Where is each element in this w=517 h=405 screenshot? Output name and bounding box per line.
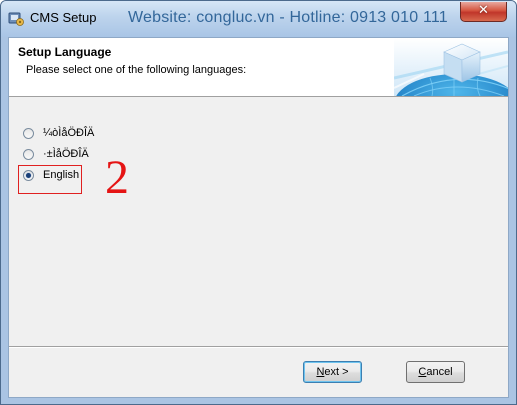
window-title: CMS Setup	[30, 10, 97, 25]
header-subtitle: Please select one of the following langu…	[26, 64, 247, 76]
setup-app-icon	[8, 12, 24, 26]
cancel-label: ancel	[426, 366, 453, 378]
radio-button[interactable]	[23, 128, 34, 139]
next-button[interactable]: Next >	[303, 361, 362, 383]
setup-window: CMS Setup Website: congluc.vn - Hotline:…	[0, 0, 517, 405]
header-title: Setup Language	[18, 45, 112, 59]
annotation-highlight-box	[18, 165, 82, 194]
close-button[interactable]: ✕	[460, 2, 507, 22]
watermark-text: Website: congluc.vn - Hotline: 0913 010 …	[128, 9, 448, 26]
next-label: ext >	[324, 366, 349, 378]
dialog-client-area: Setup Language Please select one of the …	[8, 37, 509, 398]
footer-divider	[9, 346, 508, 348]
close-icon: ✕	[478, 3, 489, 18]
title-bar[interactable]: CMS Setup Website: congluc.vn - Hotline:…	[1, 1, 516, 37]
wizard-header: Setup Language Please select one of the …	[9, 38, 508, 97]
language-label: ·±ÌåÖÐÎÄ	[43, 148, 89, 160]
radio-button[interactable]	[23, 149, 34, 160]
globe-cube-icon	[394, 38, 508, 96]
annotation-step-number: 2	[105, 151, 129, 204]
cancel-button[interactable]: Cancel	[406, 361, 465, 383]
language-label: ¼òÌåÖÐÎÄ	[43, 127, 95, 139]
